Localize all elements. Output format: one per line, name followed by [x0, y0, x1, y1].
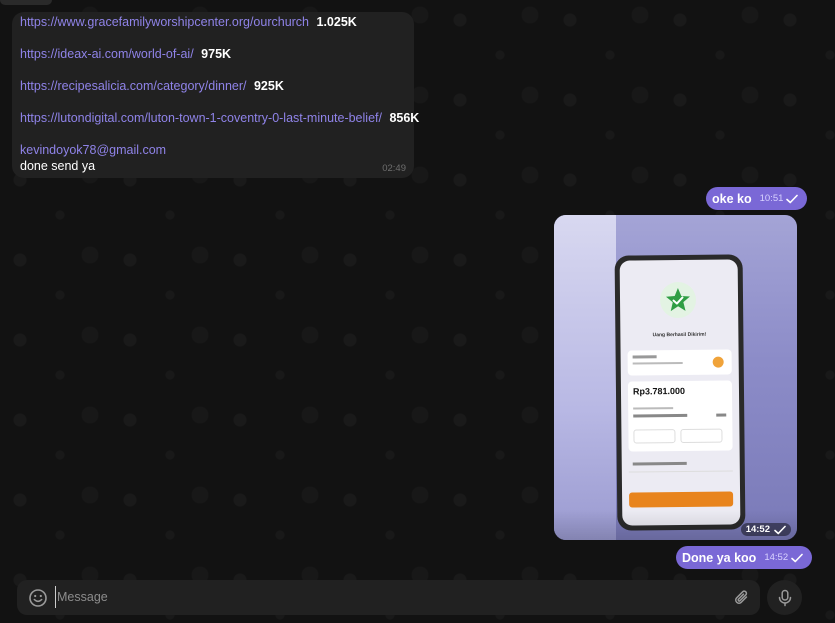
photo-message[interactable]: Uang Berhasil Dikirim! Rp3.781.000 14:52	[554, 215, 797, 540]
outgoing-message-bubble[interactable]: oke ko 10:51	[706, 187, 808, 210]
screen-row	[628, 457, 733, 473]
microphone-icon[interactable]	[767, 580, 802, 615]
link-count: 925K	[253, 79, 284, 93]
link-row: https://www.gracefamilyworshipcenter.org…	[20, 15, 406, 30]
screen-title: Uang Berhasil Dikirim!	[652, 331, 707, 339]
link-row: https://recipesalicia.com/category/dinne…	[20, 79, 406, 94]
smiley-icon[interactable]	[28, 588, 48, 608]
message-time: 10:51	[759, 193, 784, 204]
outgoing-message-bubble[interactable]: Done ya koo 14:52	[676, 546, 813, 569]
message-time: 14:52	[764, 552, 789, 563]
incoming-message-bubble[interactable]: https://www.gracefamilyworshipcenter.org…	[12, 12, 419, 178]
link-url[interactable]: https://recipesalicia.com/category/dinne…	[20, 79, 247, 93]
message-text: oke ko	[712, 191, 752, 206]
check-icon	[786, 194, 799, 204]
link-row: https://lutondigital.com/luton-town-1-co…	[20, 111, 419, 126]
phone-screen: Uang Berhasil Dikirim! Rp3.781.000	[619, 259, 741, 526]
screen-amount-card: Rp3.781.000	[627, 380, 733, 452]
message-time: 14:52	[745, 524, 770, 535]
link-count: 856K	[389, 111, 420, 125]
paperclip-icon[interactable]	[732, 588, 752, 608]
photo-time-badge: 14:52	[740, 523, 791, 536]
screen-button	[629, 491, 734, 508]
message-time: 02:49	[382, 163, 406, 174]
screen-recipient-card	[627, 349, 732, 376]
link-url[interactable]: https://ideax-ai.com/world-of-ai/	[20, 47, 194, 61]
previous-message-edge	[0, 0, 52, 5]
photo-wall-left	[554, 215, 616, 540]
link-row: https://ideax-ai.com/world-of-ai/ 975K	[20, 47, 406, 62]
message-composer	[17, 580, 760, 615]
link-url[interactable]: https://lutondigital.com/luton-town-1-co…	[20, 111, 382, 125]
check-icon	[774, 525, 786, 535]
phone-photo: Uang Berhasil Dikirim! Rp3.781.000	[614, 254, 746, 531]
link-count: 1.025K	[316, 15, 357, 29]
link-count: 975K	[201, 47, 232, 61]
email-link[interactable]: kevindoyok78@gmail.com	[20, 143, 406, 158]
message-text: done send ya	[20, 159, 96, 173]
link-url[interactable]: https://www.gracefamilyworshipcenter.org…	[20, 15, 309, 29]
message-input[interactable]	[55, 586, 715, 608]
message-text: Done ya koo	[682, 550, 757, 565]
success-star-icon	[659, 281, 697, 319]
check-icon	[791, 553, 803, 563]
screen-amount: Rp3.781.000	[632, 385, 686, 397]
